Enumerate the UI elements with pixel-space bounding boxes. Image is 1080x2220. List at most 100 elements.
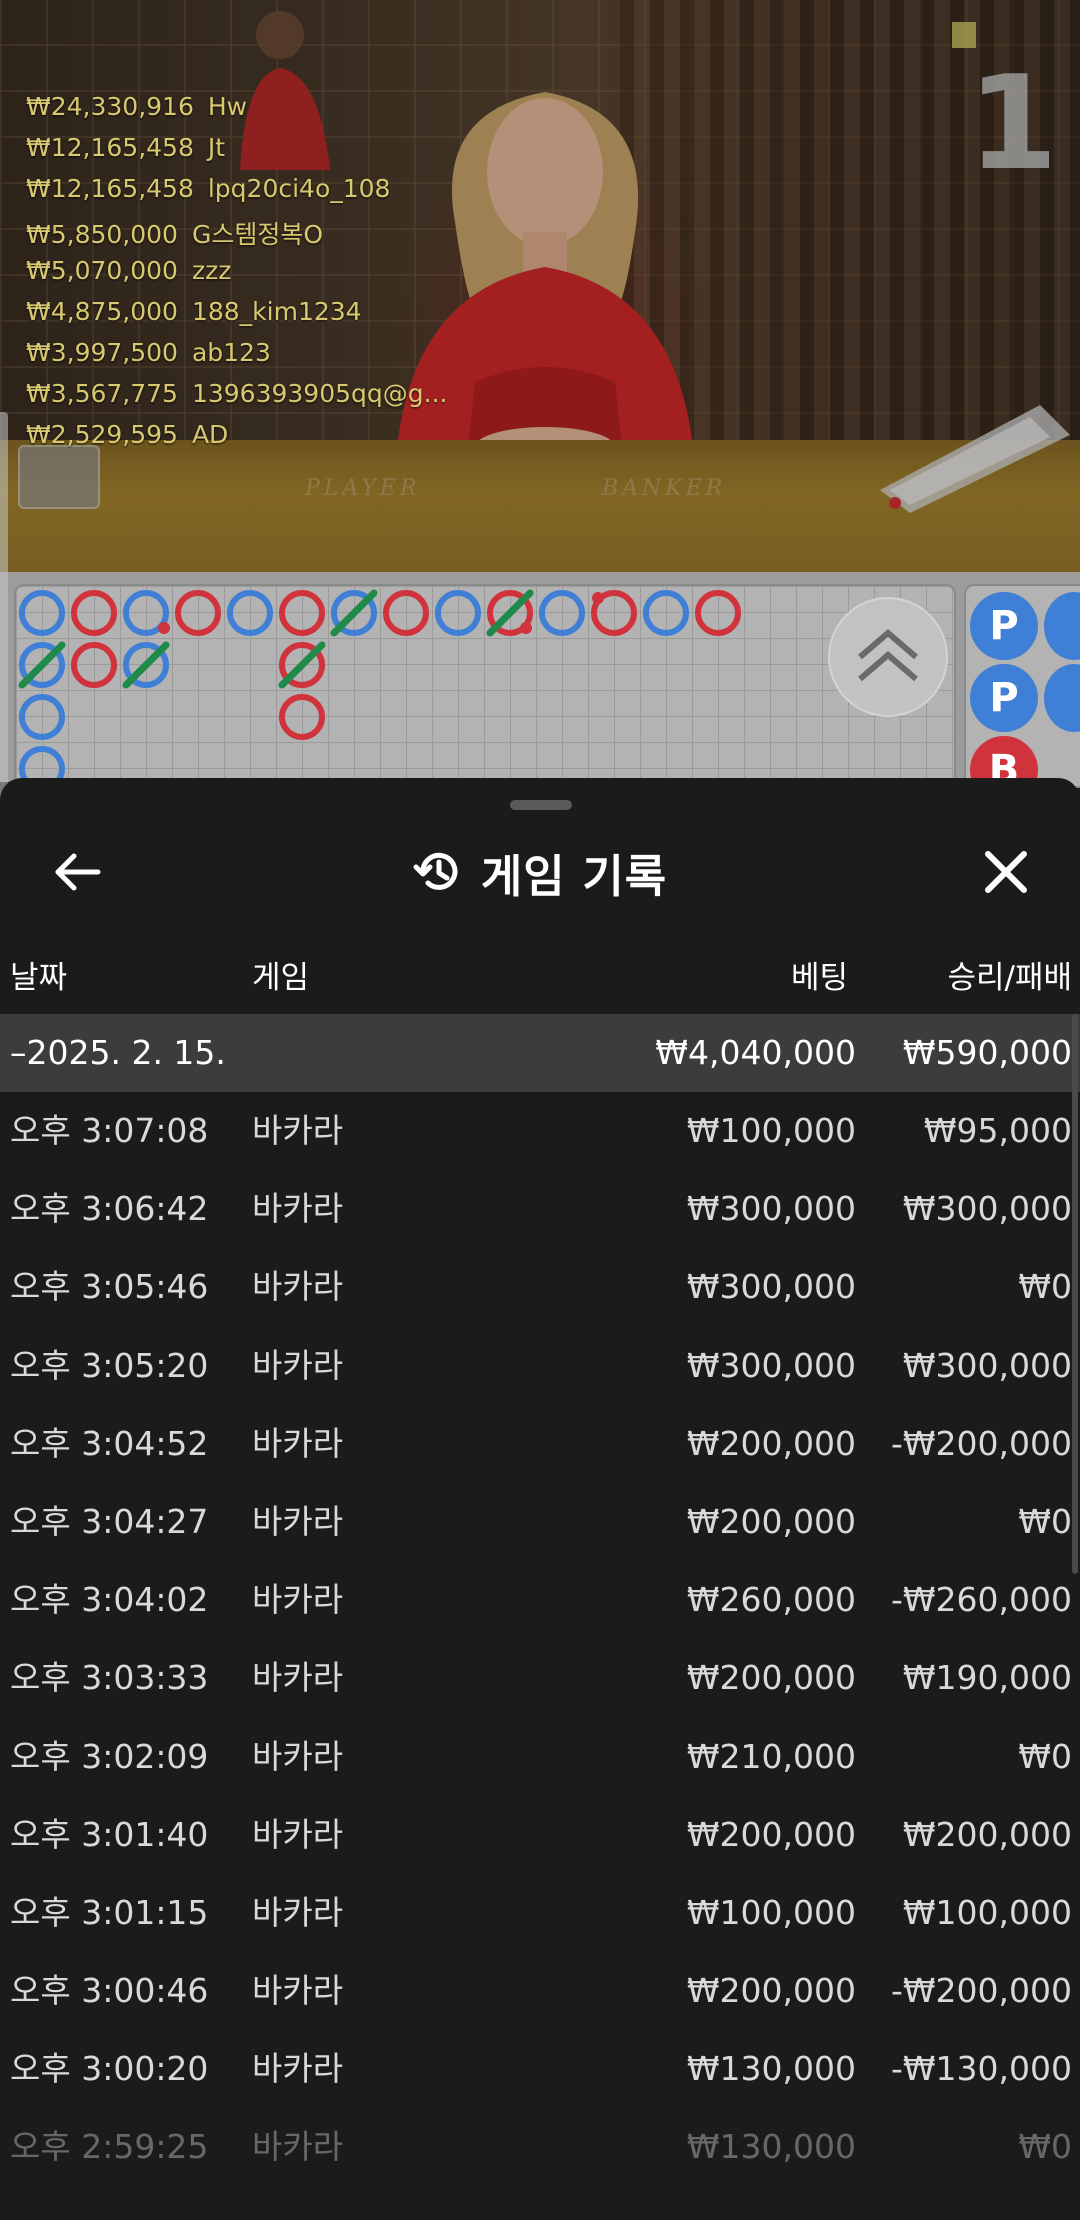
- bead-road: P P B: [964, 584, 1080, 788]
- row-time: 오후 3:02:09: [10, 1736, 209, 1776]
- winner-name: 188_kim1234: [191, 297, 362, 326]
- history-row[interactable]: 오후 3:06:42 바카라 ₩300,000 ₩300,000: [0, 1170, 1080, 1248]
- row-win-loss: ₩100,000: [902, 1892, 1072, 1932]
- history-row[interactable]: 오후 3:02:09 바카라 ₩210,000 ₩0: [0, 1718, 1080, 1796]
- expand-road-button[interactable]: [828, 597, 948, 717]
- winner-amount: ₩5,070,000: [26, 256, 178, 285]
- row-win-loss: ₩190,000: [902, 1658, 1072, 1698]
- winner-amount: ₩12,165,458: [26, 133, 194, 162]
- row-bet: ₩300,000: [686, 1345, 856, 1385]
- back-button[interactable]: [46, 840, 110, 904]
- sheet-header: 게임 기록: [0, 834, 1080, 910]
- column-header-bet[interactable]: 베팅: [791, 952, 848, 997]
- row-bet: ₩200,000: [686, 1423, 856, 1463]
- road-mark-pair-dot: [520, 622, 532, 634]
- winner-item: ₩5,850,000 G스템정복O: [26, 215, 447, 256]
- date-summary-row[interactable]: –2025. 2. 15. ₩4,040,000 ₩590,000: [0, 1014, 1080, 1092]
- row-time: 오후 2:59:25: [10, 2127, 209, 2167]
- winner-amount: ₩5,850,000: [26, 220, 178, 249]
- winner-amount: ₩4,875,000: [26, 297, 178, 326]
- sheet-drag-handle[interactable]: [510, 800, 572, 810]
- road-mark-banker: [71, 590, 117, 636]
- history-row[interactable]: 오후 2:59:25 바카라 ₩130,000 ₩0: [0, 2108, 1080, 2186]
- row-win-loss: -₩130,000: [890, 2049, 1072, 2089]
- side-drawer-handle[interactable]: [0, 412, 8, 822]
- column-header-win-loss[interactable]: 승리/패배: [947, 952, 1072, 997]
- row-bet: ₩210,000: [686, 1736, 856, 1776]
- row-bet: ₩300,000: [686, 1189, 856, 1229]
- road-mark-player: [643, 590, 689, 636]
- row-game: 바카라: [252, 1892, 344, 1932]
- row-game: 바카라: [252, 1111, 344, 1150]
- column-header-game[interactable]: 게임: [252, 952, 309, 997]
- live-video-stream: PLAYER BANKER 1 ₩24,330,916 Hw ₩12,165,45…: [0, 0, 1080, 572]
- history-row[interactable]: 오후 3:01:15 바카라 ₩100,000 ₩100,000: [0, 1874, 1080, 1952]
- road-mark-player: [539, 590, 585, 636]
- row-bet: ₩200,000: [686, 1501, 856, 1541]
- history-icon: [413, 852, 458, 890]
- road-mark-player: [435, 590, 481, 636]
- history-row[interactable]: 오후 3:04:02 바카라 ₩260,000 -₩260,000: [0, 1561, 1080, 1639]
- row-win-loss: ₩300,000: [902, 1345, 1072, 1385]
- row-win-loss: ₩95,000: [923, 1111, 1072, 1150]
- history-row[interactable]: 오후 3:04:52 바카라 ₩200,000 -₩200,000: [0, 1405, 1080, 1483]
- winner-item: ₩12,165,458 Jt: [26, 133, 447, 174]
- row-bet: ₩200,000: [686, 1658, 856, 1698]
- row-win-loss: -₩200,000: [890, 1971, 1072, 2011]
- column-header-date[interactable]: 날짜: [10, 952, 67, 997]
- history-row[interactable]: 오후 3:03:33 바카라 ₩200,000 ₩190,000: [0, 1639, 1080, 1717]
- winner-item: ₩2,529,595 AD: [26, 420, 447, 461]
- history-row[interactable]: 오후 3:05:20 바카라 ₩300,000 ₩300,000: [0, 1327, 1080, 1405]
- history-row[interactable]: 오후 3:00:20 바카라 ₩130,000 -₩130,000: [0, 2030, 1080, 2108]
- row-game: 바카라: [252, 2127, 344, 2167]
- winner-name: lpq20ci4o_108: [207, 174, 391, 203]
- road-mark-banker: [695, 590, 741, 636]
- row-win-loss: ₩300,000: [902, 1189, 1072, 1229]
- bead-player: P: [970, 592, 1038, 660]
- bead-player: P: [970, 664, 1038, 732]
- winner-amount: ₩24,330,916: [26, 92, 194, 121]
- road-mark-banker: [383, 590, 429, 636]
- row-bet: ₩100,000: [686, 1111, 856, 1150]
- history-scrollbar[interactable]: [1072, 1014, 1078, 1574]
- row-bet: ₩130,000: [686, 2127, 856, 2167]
- double-chevron-up-icon: [858, 629, 918, 682]
- road-mark-banker: [279, 590, 325, 636]
- winner-name: Jt: [207, 133, 226, 162]
- row-game: 바카라: [252, 1814, 344, 1854]
- row-game: 바카라: [252, 1423, 344, 1463]
- row-bet: ₩300,000: [686, 1267, 856, 1307]
- winner-item: ₩3,997,500 ab123: [26, 338, 447, 379]
- winner-item: ₩5,070,000 zzz: [26, 256, 447, 297]
- row-time: 오후 3:05:20: [10, 1345, 209, 1385]
- history-row[interactable]: 오후 3:04:27 바카라 ₩200,000 ₩0: [0, 1483, 1080, 1561]
- row-win-loss: ₩0: [1018, 1736, 1072, 1776]
- summary-bet: ₩4,040,000: [655, 1033, 856, 1072]
- row-win-loss: ₩0: [1018, 2127, 1072, 2167]
- close-button[interactable]: [974, 840, 1038, 904]
- row-bet: ₩100,000: [686, 1892, 856, 1932]
- row-time: 오후 3:03:33: [10, 1658, 209, 1698]
- winner-item: ₩12,165,458 lpq20ci4o_108: [26, 174, 447, 215]
- row-win-loss: -₩200,000: [890, 1423, 1072, 1463]
- history-row[interactable]: 오후 3:07:08 바카라 ₩100,000 ₩95,000: [0, 1092, 1080, 1170]
- history-row[interactable]: 오후 3:01:40 바카라 ₩200,000 ₩200,000: [0, 1796, 1080, 1874]
- sheet-title: 게임 기록: [480, 849, 668, 903]
- row-win-loss: ₩0: [1018, 1501, 1072, 1541]
- road-mark-pair-dot: [158, 622, 170, 634]
- winner-item: ₩4,875,000 188_kim1234: [26, 297, 447, 338]
- game-history-sheet: 게임 기록 날짜 게임 베팅 승리/패배 –2025. 2. 15. ₩4,04…: [0, 778, 1080, 2220]
- row-time: 오후 3:06:42: [10, 1189, 209, 1229]
- history-row[interactable]: 오후 3:05:46 바카라 ₩300,000 ₩0: [0, 1248, 1080, 1326]
- road-mark-player: [19, 694, 65, 740]
- winner-item: ₩24,330,916 Hw: [26, 92, 447, 133]
- row-time: 오후 3:04:52: [10, 1423, 209, 1463]
- row-time: 오후 3:00:20: [10, 2049, 209, 2089]
- row-game: 바카라: [252, 1345, 344, 1385]
- road-mark-pair-dot: [592, 592, 604, 604]
- winner-name: zzz: [191, 256, 232, 285]
- summary-date: –2025. 2. 15.: [10, 1033, 226, 1072]
- row-game: 바카라: [252, 1267, 344, 1307]
- winner-name: ab123: [191, 338, 271, 367]
- history-row[interactable]: 오후 3:00:46 바카라 ₩200,000 -₩200,000: [0, 1952, 1080, 2030]
